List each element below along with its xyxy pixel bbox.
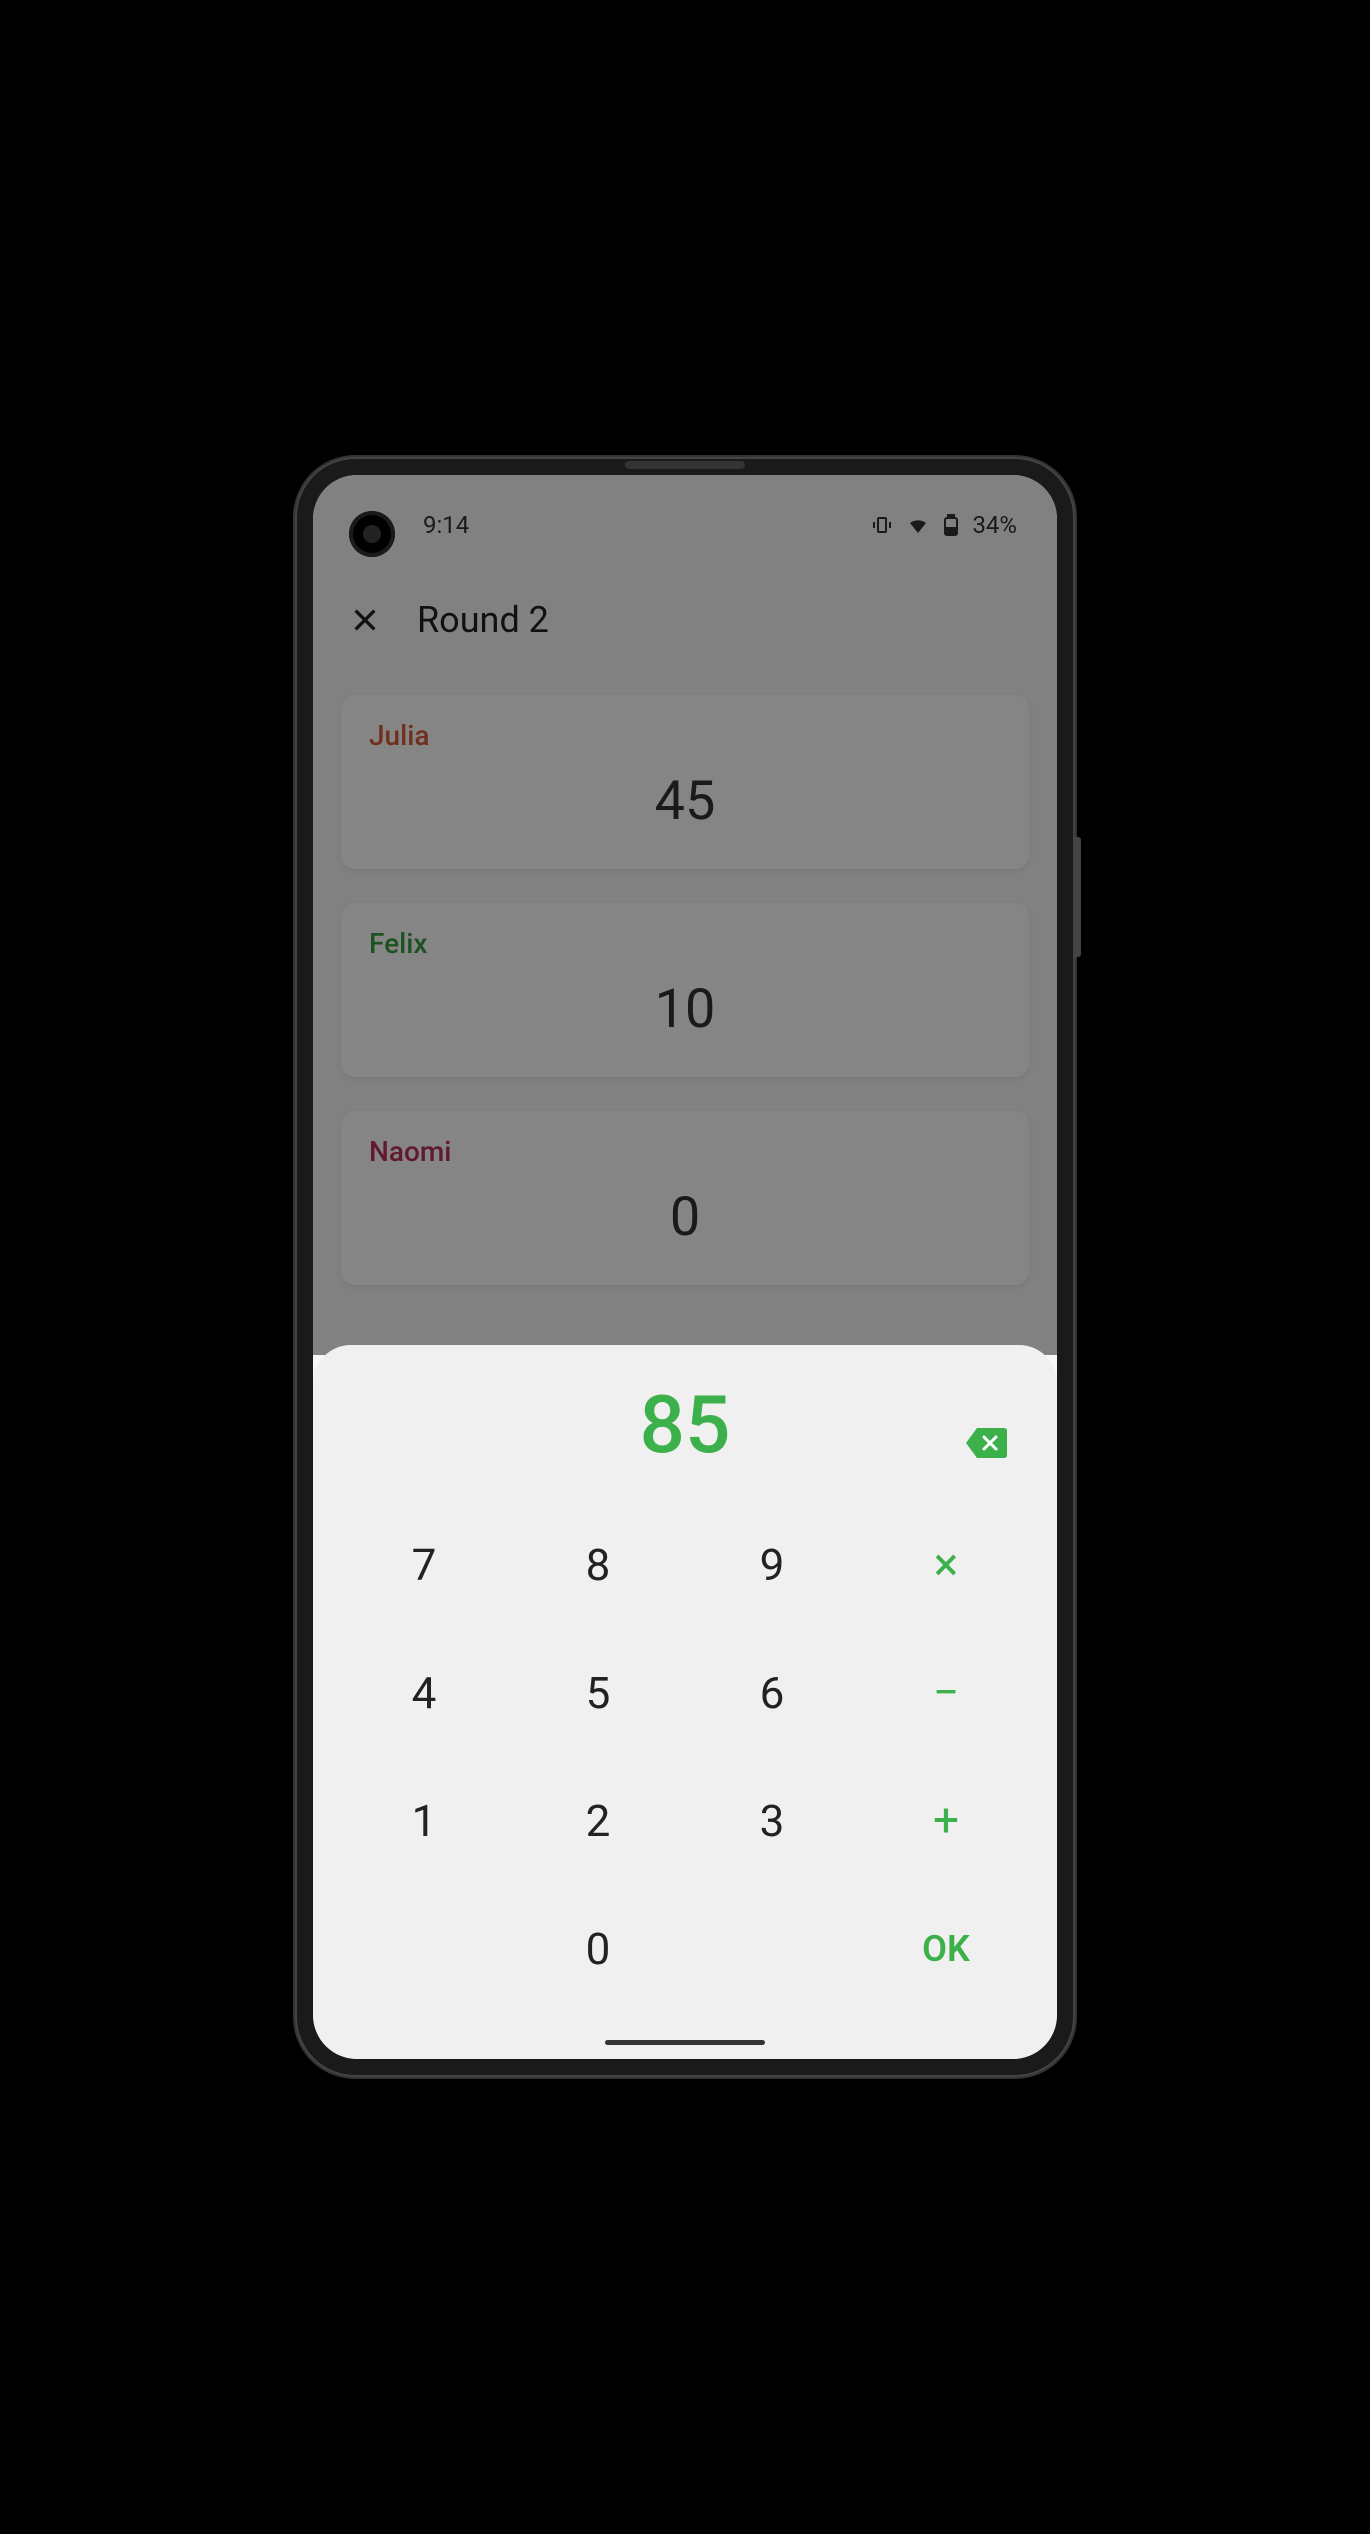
- key-minus[interactable]: −: [863, 1633, 1029, 1753]
- close-icon: [349, 604, 381, 636]
- phone-screen: 9:14: [313, 475, 1057, 2059]
- page-title: Round 2: [417, 599, 549, 641]
- keypad-grid: 7 8 9 × 4 5 6 − 1 2 3 + 0 OK: [341, 1505, 1029, 2009]
- player-name: Julia: [369, 719, 1001, 752]
- phone-speaker: [625, 461, 745, 469]
- key-empty: [341, 1889, 507, 2009]
- player-card[interactable]: Felix 10: [341, 903, 1029, 1077]
- home-indicator[interactable]: [605, 2040, 765, 2045]
- battery-icon: [942, 513, 960, 537]
- player-card[interactable]: Julia 45: [341, 695, 1029, 869]
- player-card[interactable]: Naomi 0: [341, 1111, 1029, 1285]
- key-0[interactable]: 0: [515, 1889, 681, 2009]
- phone-side-button: [1075, 837, 1081, 957]
- key-6[interactable]: 6: [689, 1633, 855, 1753]
- key-2[interactable]: 2: [515, 1761, 681, 1881]
- key-8[interactable]: 8: [515, 1505, 681, 1625]
- backspace-icon: [964, 1426, 1008, 1460]
- key-5[interactable]: 5: [515, 1633, 681, 1753]
- key-plus[interactable]: +: [863, 1761, 1029, 1881]
- key-3[interactable]: 3: [689, 1761, 855, 1881]
- player-score: 45: [369, 770, 1001, 833]
- key-4[interactable]: 4: [341, 1633, 507, 1753]
- app-bar: Round 2: [313, 575, 1057, 665]
- key-empty: [689, 1889, 855, 2009]
- key-9[interactable]: 9: [689, 1505, 855, 1625]
- player-list: Julia 45 Felix 10 Naomi 0: [313, 665, 1057, 1349]
- backspace-button[interactable]: [963, 1425, 1009, 1461]
- vibrate-icon: [870, 513, 894, 537]
- key-multiply[interactable]: ×: [863, 1505, 1029, 1625]
- wifi-icon: [906, 513, 930, 537]
- battery-percent: 34%: [972, 511, 1017, 539]
- key-ok[interactable]: OK: [863, 1889, 1029, 2009]
- player-score: 10: [369, 978, 1001, 1041]
- player-score: 0: [369, 1186, 1001, 1249]
- keypad-panel: 85 7 8 9 × 4 5 6 −: [313, 1345, 1057, 2059]
- status-icons: 34%: [870, 511, 1017, 539]
- player-name: Naomi: [369, 1135, 1001, 1168]
- keypad-display: 85: [640, 1378, 731, 1472]
- front-camera: [349, 511, 395, 557]
- close-button[interactable]: [343, 598, 387, 642]
- key-1[interactable]: 1: [341, 1761, 507, 1881]
- keypad-display-row: 85: [341, 1375, 1029, 1475]
- player-name: Felix: [369, 927, 1001, 960]
- key-7[interactable]: 7: [341, 1505, 507, 1625]
- status-bar: 9:14: [313, 475, 1057, 575]
- status-time: 9:14: [423, 511, 469, 539]
- phone-frame: 9:14: [295, 457, 1075, 2077]
